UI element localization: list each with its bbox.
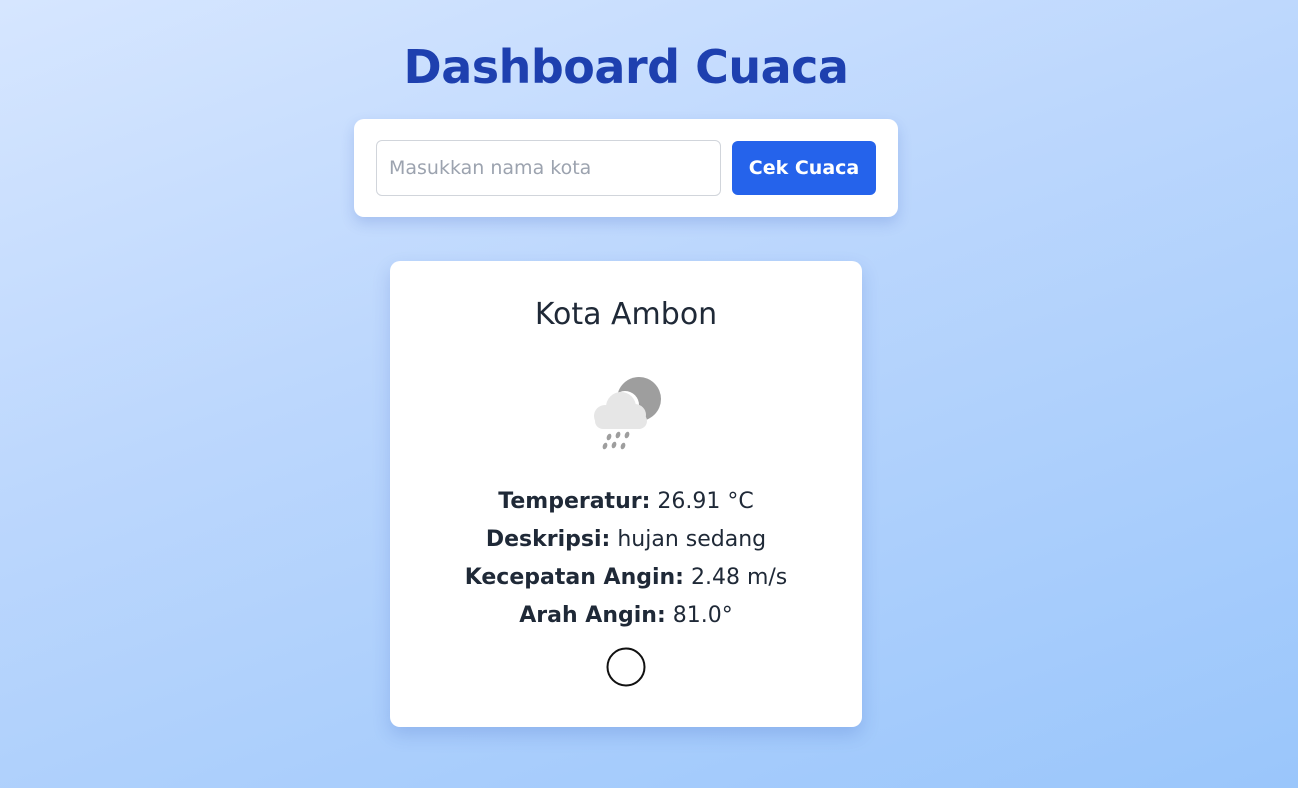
city-search-input[interactable]: [376, 140, 721, 196]
city-name: Kota Ambon: [534, 297, 718, 332]
wind-direction-compass-icon: [606, 647, 646, 687]
weather-card: Kota Ambon Temperatur: 26.91 °C Deskrips…: [390, 261, 862, 727]
wind-direction-row: Arah Angin: 81.0°: [390, 597, 862, 635]
wind-speed-row: Kecepatan Angin: 2.48 m/s: [390, 559, 862, 597]
temperature-value: 26.91 °C: [657, 489, 754, 514]
wind-direction-value: 81.0°: [672, 603, 733, 628]
search-card: Cek Cuaca: [354, 119, 898, 217]
description-row: Deskripsi: hujan sedang: [390, 521, 862, 559]
rain-cloud-moon-icon: [594, 377, 661, 450]
wind-direction-label: Arah Angin:: [519, 603, 666, 628]
weather-info: Temperatur: 26.91 °C Deskripsi: hujan se…: [390, 483, 862, 635]
temperature-label: Temperatur:: [498, 489, 651, 514]
description-label: Deskripsi:: [485, 527, 611, 552]
wind-speed-value: 2.48 m/s: [690, 565, 788, 590]
description-value: hujan sedang: [617, 527, 767, 552]
temperature-row: Temperatur: 26.91 °C: [390, 483, 862, 521]
wind-speed-label: Kecepatan Angin:: [464, 565, 684, 590]
page-title: Dashboard Cuaca: [403, 40, 849, 94]
check-weather-button[interactable]: Cek Cuaca: [732, 141, 876, 195]
